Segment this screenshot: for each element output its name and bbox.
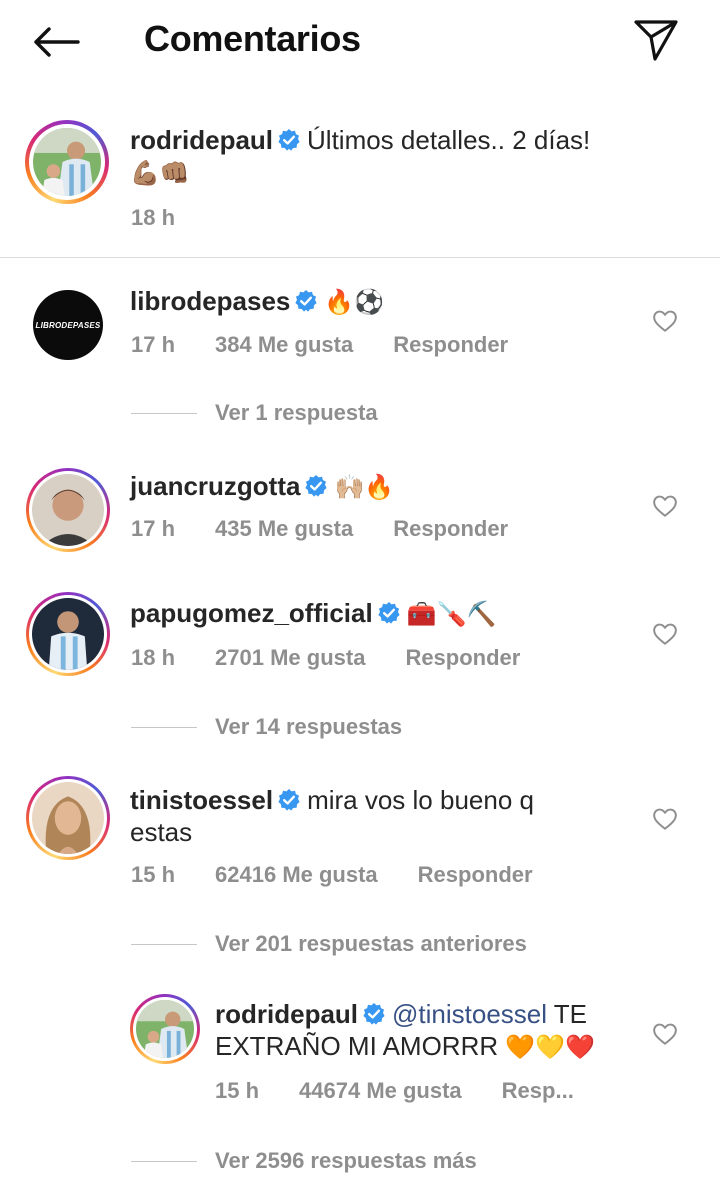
view-more-replies-link[interactable]: Ver 2596 respuestas más <box>131 1148 477 1174</box>
avatar-photo <box>136 1000 194 1058</box>
comment-time: 15 h <box>131 862 176 887</box>
divider-line <box>131 412 197 414</box>
comment-username[interactable]: juancruzgotta <box>130 471 300 501</box>
avatar-photo <box>32 782 104 854</box>
like-count[interactable]: 435 Me gusta <box>215 516 353 542</box>
reply-text: rodridepaul @tinistoessel TE EXTRAÑO MI A… <box>215 998 625 1063</box>
view-replies-link[interactable]: Ver 1 respuesta <box>131 400 378 426</box>
view-replies-link[interactable]: Ver 14 respuestas <box>131 714 402 740</box>
reply-button[interactable]: Responder <box>405 645 520 671</box>
like-heart-icon[interactable] <box>652 806 678 832</box>
reply-button[interactable]: Responder <box>393 516 508 542</box>
comment-meta: 17 h 384 Me gusta Responder <box>131 332 508 358</box>
comment-username[interactable]: tinistoessel <box>130 785 273 815</box>
caption-text: rodridepaul Últimos detalles.. 2 días! 💪🏽… <box>130 124 650 189</box>
caption-meta: 18 h <box>131 205 215 231</box>
back-arrow-icon[interactable] <box>30 20 82 64</box>
comment-time: 17 h <box>131 516 176 541</box>
reply-username[interactable]: rodridepaul <box>215 999 358 1029</box>
comment-text: juancruzgotta 🙌🏼🔥 <box>130 470 630 503</box>
comment-time: 17 h <box>131 332 176 357</box>
avatar-logo-text: LIBRODEPASES <box>35 320 101 330</box>
view-replies-label: Ver 1 respuesta <box>215 400 378 425</box>
verified-badge-icon <box>363 1003 385 1025</box>
divider-line <box>131 1160 197 1162</box>
avatar[interactable] <box>130 994 200 1064</box>
comment-message: 🔥⚽ <box>324 288 385 316</box>
reply-button[interactable]: Responder <box>418 862 533 888</box>
avatar-photo <box>33 128 101 196</box>
comment-username[interactable]: papugomez_official <box>130 598 373 628</box>
verified-badge-icon <box>278 129 300 151</box>
reply-emojis: 🧡💛❤️ <box>505 1033 596 1061</box>
comment-meta: 15 h 62416 Me gusta Responder <box>131 862 533 888</box>
avatar[interactable] <box>26 468 110 552</box>
comment-text: papugomez_official 🧰🪛⛏️ <box>130 597 650 630</box>
like-count[interactable]: 44674 Me gusta <box>299 1078 462 1104</box>
like-heart-icon[interactable] <box>652 621 678 647</box>
comment-text: librodepases 🔥⚽ <box>130 285 630 318</box>
like-heart-icon[interactable] <box>652 308 678 334</box>
post-caption: rodridepaul Últimos detalles.. 2 días! 💪🏽… <box>0 110 720 258</box>
caption-time: 18 h <box>131 205 176 230</box>
avatar[interactable] <box>25 120 109 204</box>
comment-message: 🙌🏼🔥 <box>334 473 395 501</box>
verified-badge-icon <box>295 290 318 312</box>
like-count[interactable]: 62416 Me gusta <box>215 862 378 888</box>
view-replies-label: Ver 201 respuestas anteriores <box>215 931 527 956</box>
reply-button[interactable]: Responder <box>393 332 508 358</box>
avatar[interactable]: LIBRODEPASES <box>33 290 103 360</box>
avatar-photo <box>32 598 104 670</box>
direct-message-send-icon[interactable] <box>630 16 682 64</box>
mention-link[interactable]: @tinistoessel <box>392 999 547 1029</box>
reply-button[interactable]: Resp... <box>502 1078 574 1104</box>
comment-time: 18 h <box>131 645 176 670</box>
comment-username[interactable]: librodepases <box>130 286 290 316</box>
avatar-photo <box>32 474 104 546</box>
view-replies-link[interactable]: Ver 201 respuestas anteriores <box>131 931 527 957</box>
divider-line <box>131 726 197 728</box>
like-heart-icon[interactable] <box>652 493 678 519</box>
comment-meta: 17 h 435 Me gusta Responder <box>131 516 508 542</box>
reply-meta: 15 h 44674 Me gusta Resp... <box>215 1078 574 1104</box>
like-count[interactable]: 2701 Me gusta <box>215 645 365 671</box>
avatar[interactable] <box>26 776 110 860</box>
verified-badge-icon <box>378 602 400 624</box>
comment-message: 🧰🪛⛏️ <box>406 600 497 628</box>
view-replies-label: Ver 14 respuestas <box>215 714 403 739</box>
caption-emojis: 💪🏽👊🏽 <box>130 159 190 187</box>
verified-badge-icon <box>305 475 328 497</box>
top-bar: Comentarios <box>0 0 720 80</box>
caption-username[interactable]: rodridepaul <box>130 125 273 155</box>
verified-badge-icon <box>278 789 300 811</box>
comment-meta: 18 h 2701 Me gusta Responder <box>131 645 520 671</box>
like-heart-icon[interactable] <box>652 1021 678 1047</box>
reply-time: 15 h <box>215 1078 260 1103</box>
page-title: Comentarios <box>144 18 361 59</box>
view-more-replies-label: Ver 2596 respuestas más <box>215 1148 477 1173</box>
divider-line <box>131 943 197 945</box>
like-count[interactable]: 384 Me gusta <box>215 332 353 358</box>
caption-message: Últimos detalles.. 2 días! <box>307 125 591 155</box>
avatar[interactable] <box>26 592 110 676</box>
comment-text: tinistoessel mira vos lo bueno q estas <box>130 784 600 848</box>
